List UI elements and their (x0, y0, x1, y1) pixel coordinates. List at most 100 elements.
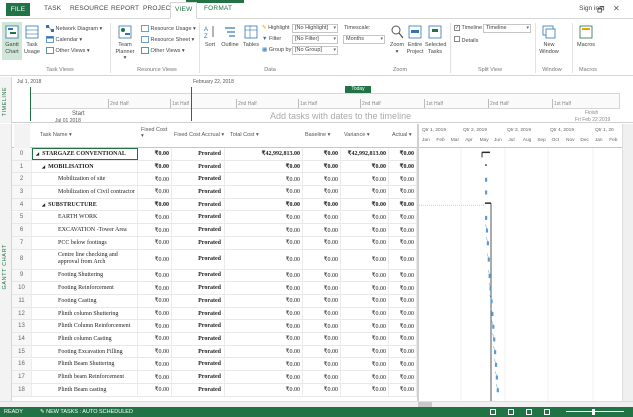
fixed-cost-cell[interactable]: ₹0.00 (138, 269, 172, 282)
total-cost-cell[interactable]: ₹0.00 (225, 383, 303, 396)
actual-cell[interactable]: ₹0.00 (389, 269, 417, 282)
table-row[interactable]: 7 PCC below footings ₹0.00 Prorated ₹0.00 ₹0.… (12, 236, 417, 250)
fixed-cost-cell[interactable]: ₹0.00 (138, 211, 172, 224)
fixed-cost-cell[interactable]: ₹0.00 (138, 307, 172, 320)
task-bar[interactable] (489, 286, 492, 291)
resource-sheet-button[interactable]: Resource Sheet ▾ (141, 36, 194, 43)
column-header-task-name[interactable]: Task Name ▾ (40, 132, 72, 138)
total-cost-cell[interactable]: ₹0.00 (225, 211, 303, 224)
variance-cell[interactable]: ₹0.00 (341, 295, 389, 307)
baseline-cell[interactable]: ₹0.00 (303, 160, 341, 173)
accrual-cell[interactable]: Prorated (172, 236, 225, 249)
actual-cell[interactable]: ₹0.00 (389, 345, 417, 358)
accrual-cell[interactable]: Prorated (172, 282, 225, 294)
zoom-button[interactable]: Zoom ▾ (389, 24, 405, 55)
row-id[interactable]: 4 (12, 198, 32, 211)
row-id[interactable]: 1 (12, 160, 32, 173)
total-cost-cell[interactable]: ₹0.00 (225, 173, 303, 186)
task-name-cell[interactable]: ◢ MOBILISATION (32, 160, 138, 173)
accrual-cell[interactable]: Prorated (172, 345, 225, 358)
group-by-select[interactable]: [No Group] ▾ (292, 46, 338, 55)
fixed-cost-cell[interactable]: ₹0.00 (138, 160, 172, 173)
variance-cell[interactable]: ₹0.00 (341, 269, 389, 282)
dependency-arrow[interactable] (491, 320, 494, 325)
dependency-arrow[interactable] (486, 253, 489, 258)
actual-cell[interactable]: ₹0.00 (389, 148, 417, 160)
variance-cell[interactable]: ₹0.00 (341, 345, 389, 358)
accrual-cell[interactable]: Prorated (172, 333, 225, 345)
calendar-button[interactable]: Calendar ▾ (46, 36, 82, 43)
table-row[interactable]: 5 EARTH WORK ₹0.00 Prorated ₹0.00 ₹0.00 ₹0.00 ₹… (12, 211, 417, 225)
variance-cell[interactable]: ₹0.00 (341, 211, 389, 224)
timeline-pane[interactable]: TIMELINE Jul 1, 2018 February 22, 2018 T… (0, 77, 633, 124)
table-row[interactable]: 6 EXCAVATION -Tower Area ₹0.00 Prorated ₹0.0… (12, 224, 417, 237)
accrual-cell[interactable]: Prorated (172, 173, 225, 186)
row-id[interactable]: 15 (12, 345, 32, 358)
other-views-resource-button[interactable]: Other Views ▾ (141, 47, 185, 54)
view-sheet-icon[interactable] (544, 409, 550, 415)
view-gantt-icon[interactable] (508, 409, 514, 415)
baseline-cell[interactable]: ₹0.00 (303, 236, 341, 249)
table-row[interactable]: 4 ◢ SUBSTRUCTURE ₹0.00 Prorated ₹0.00 ₹0.00 ₹0.… (12, 198, 417, 212)
actual-cell[interactable]: ₹0.00 (389, 295, 417, 307)
baseline-cell[interactable]: ₹0.00 (303, 345, 341, 358)
task-bar[interactable] (485, 215, 488, 220)
row-id[interactable]: 8 (12, 249, 32, 269)
row-id[interactable]: 3 (12, 186, 32, 198)
total-cost-cell[interactable]: ₹0.00 (225, 371, 303, 383)
actual-cell[interactable]: ₹0.00 (389, 249, 417, 269)
table-row[interactable]: 12 Plinth column Shuttering ₹0.00 Prorated ₹… (12, 307, 417, 321)
accrual-cell[interactable]: Prorated (172, 186, 225, 198)
selected-tasks-button[interactable]: Selected Tasks (425, 24, 446, 55)
dependency-arrow[interactable] (485, 224, 487, 229)
variance-cell[interactable]: ₹0.00 (341, 383, 389, 396)
variance-cell[interactable]: ₹42,992,813.00 (341, 148, 389, 160)
variance-cell[interactable]: ₹0.00 (341, 282, 389, 294)
actual-cell[interactable]: ₹0.00 (389, 224, 417, 236)
fixed-cost-cell[interactable]: ₹0.00 (138, 198, 172, 211)
variance-cell[interactable]: ₹0.00 (341, 160, 389, 173)
actual-cell[interactable]: ₹0.00 (389, 307, 417, 320)
fixed-cost-cell[interactable]: ₹0.00 (138, 282, 172, 294)
column-header-baseline[interactable]: Baseline ▾ (305, 132, 330, 138)
task-bar[interactable] (488, 273, 491, 278)
total-cost-cell[interactable]: ₹0.00 (225, 236, 303, 249)
task-name-cell[interactable]: ◢ SUBSTRUCTURE (32, 198, 138, 211)
actual-cell[interactable]: ₹0.00 (389, 358, 417, 371)
row-id[interactable]: 2 (12, 173, 32, 186)
collapse-triangle-icon[interactable]: ◢ (36, 151, 39, 156)
baseline-cell[interactable]: ₹0.00 (303, 198, 341, 211)
actual-cell[interactable]: ₹0.00 (389, 198, 417, 211)
fixed-cost-cell[interactable]: ₹0.00 (138, 320, 172, 333)
fixed-cost-cell[interactable]: ₹0.00 (138, 383, 172, 396)
variance-cell[interactable]: ₹0.00 (341, 320, 389, 333)
highlight-select[interactable]: [No Highlight] ▾ (292, 24, 338, 33)
close-icon[interactable]: ✕ (613, 4, 620, 13)
tab-file[interactable]: FILE (6, 3, 30, 16)
baseline-cell[interactable]: ₹0.00 (303, 383, 341, 396)
actual-cell[interactable]: ₹0.00 (389, 333, 417, 345)
task-name-cell[interactable]: PCC below footings (32, 236, 138, 249)
tab-view[interactable]: VIEW (170, 2, 198, 19)
actual-cell[interactable]: ₹0.00 (389, 320, 417, 333)
vertical-scrollbar[interactable] (622, 124, 633, 401)
column-header-fixed-cost[interactable]: Fixed Cost ▾ (141, 127, 169, 139)
task-bar[interactable] (493, 337, 496, 342)
task-bar[interactable] (492, 324, 495, 329)
baseline-cell[interactable]: ₹0.00 (303, 269, 341, 282)
actual-cell[interactable]: ₹0.00 (389, 186, 417, 198)
accrual-cell[interactable]: Prorated (172, 371, 225, 383)
total-cost-cell[interactable]: ₹0.00 (225, 358, 303, 371)
table-row[interactable]: 14 Plinth column Casting ₹0.00 Prorated ₹0.0… (12, 333, 417, 346)
baseline-cell[interactable]: ₹0.00 (303, 148, 341, 160)
table-row[interactable]: 11 Footing Casting ₹0.00 Prorated ₹0.00 ₹0.00… (12, 295, 417, 308)
details-checkbox[interactable]: Details (454, 36, 478, 44)
task-bar[interactable] (494, 350, 497, 355)
gantt-chart[interactable]: Qtr 1, 2019 Qtr 2, 2019 Qtr 3, 2019 Qtr 4, … (417, 124, 622, 401)
view-usage-icon[interactable] (526, 409, 532, 415)
variance-cell[interactable]: ₹0.00 (341, 236, 389, 249)
table-row[interactable]: 13 Plinth Column Reinforcement ₹0.00 Prorat… (12, 320, 417, 334)
table-row[interactable]: 3 Mobilization of Civil contractor ₹0.00 Pr… (12, 186, 417, 199)
table-row[interactable]: 15 Footing Excavation Filling ₹0.00 Prorate… (12, 345, 417, 359)
total-cost-cell[interactable]: ₹0.00 (225, 282, 303, 294)
